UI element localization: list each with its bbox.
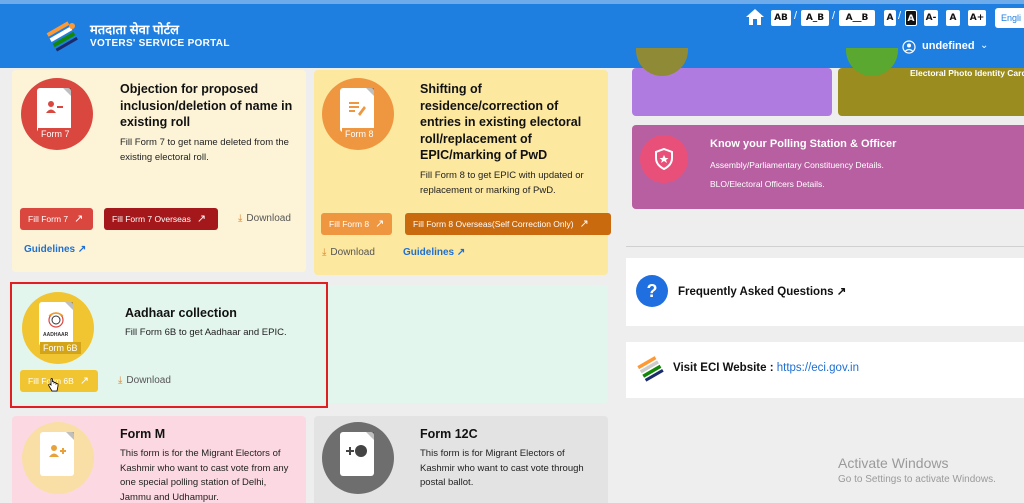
arrow-up-right-icon: ↗ bbox=[836, 286, 847, 298]
arrow-up-right-icon: ↗ bbox=[196, 213, 207, 225]
spacing-normal-button[interactable]: AB bbox=[771, 10, 791, 26]
epic-caption: Electoral Photo Identity Card bbox=[910, 68, 1024, 78]
user-name[interactable]: undefined bbox=[922, 40, 975, 52]
arrow-up-right-icon: ↗ bbox=[579, 218, 589, 230]
form8-description: Fill Form 8 to get EPIC with updated or … bbox=[420, 170, 584, 196]
activate-windows-subtitle: Go to Settings to activate Windows. bbox=[838, 474, 996, 485]
download-icon: ⤓ bbox=[322, 247, 327, 258]
font-increase-button[interactable]: A+ bbox=[968, 10, 986, 26]
separator: / bbox=[794, 10, 798, 22]
formm-description: This form is for the Migrant Electors of… bbox=[120, 448, 289, 503]
brand-title-english: VOTERS' SERVICE PORTAL bbox=[90, 38, 230, 49]
form12c-title: Form 12C bbox=[420, 427, 478, 441]
form7-download-link[interactable]: ⤓ Download bbox=[238, 213, 291, 224]
user-circle-icon bbox=[902, 40, 916, 54]
user-plus-icon bbox=[49, 445, 66, 457]
arrow-up-right-icon: ↗ bbox=[77, 244, 87, 255]
eci-logo-icon bbox=[46, 21, 78, 52]
faq-link[interactable]: Frequently Asked Questions ↗ bbox=[678, 284, 846, 298]
arrow-up-right-icon: ↗ bbox=[375, 218, 385, 230]
formm-title: Form M bbox=[120, 427, 166, 441]
fill-form8-label: Fill Form 8 bbox=[329, 219, 370, 229]
chevron-down-icon[interactable]: ⌄ bbox=[980, 40, 988, 51]
language-select[interactable]: Engli bbox=[995, 8, 1024, 28]
fill-form7-overseas-button[interactable]: Fill Form 7 Overseas ↗ bbox=[104, 208, 218, 230]
fill-form7-overseas-label: Fill Form 7 Overseas bbox=[112, 214, 191, 224]
document-icon bbox=[340, 432, 374, 476]
eci-label: Visit ECI Website : bbox=[673, 362, 777, 374]
document-icon bbox=[37, 88, 71, 132]
arrow-up-right-icon: ↗ bbox=[456, 247, 466, 258]
fill-form7-button[interactable]: Fill Form 7 ↗ bbox=[20, 208, 93, 230]
document-icon bbox=[40, 432, 74, 476]
form8-title: Shifting of residence/correction of entr… bbox=[420, 82, 582, 162]
form12c-description: This form is for Migrant Electors of Kas… bbox=[420, 448, 584, 488]
font-decrease-button[interactable]: A- bbox=[924, 10, 938, 26]
fill-form8-button[interactable]: Fill Form 8 ↗ bbox=[321, 213, 392, 235]
polling-line1: Assembly/Parliamentary Constituency Deta… bbox=[710, 160, 884, 170]
polling-line2: BLO/Electoral Officers Details. bbox=[710, 179, 825, 189]
spacing-wide-button[interactable]: A__B bbox=[839, 10, 875, 26]
guidelines-label: Guidelines bbox=[403, 247, 455, 258]
eci-logo-icon bbox=[637, 356, 664, 382]
eci-website-text: Visit ECI Website : https://eci.gov.in bbox=[673, 362, 859, 374]
form7-tag: Form 7 bbox=[38, 128, 73, 140]
eci-website-link[interactable]: https://eci.gov.in bbox=[777, 362, 859, 374]
edit-document-icon bbox=[349, 102, 366, 116]
home-icon[interactable] bbox=[745, 8, 765, 26]
fill-form8-overseas-label: Fill Form 8 Overseas(Self Correction Onl… bbox=[413, 219, 574, 229]
navbar-top-strip bbox=[0, 0, 1024, 4]
spacing-medium-button[interactable]: A_B bbox=[801, 10, 829, 26]
divider bbox=[626, 246, 1024, 247]
fill-form8-overseas-button[interactable]: Fill Form 8 Overseas(Self Correction Onl… bbox=[405, 213, 611, 235]
contrast-dark-button[interactable]: A bbox=[905, 10, 917, 26]
form8-guidelines-link[interactable]: Guidelines ↗ bbox=[403, 247, 465, 258]
polling-title: Know your Polling Station & Officer bbox=[710, 138, 897, 150]
download-label: Download bbox=[330, 247, 375, 258]
separator: / bbox=[898, 10, 902, 22]
contrast-light-button[interactable]: A bbox=[884, 10, 896, 26]
question-icon: ? bbox=[636, 275, 668, 307]
shield-icon bbox=[655, 148, 673, 170]
hand-pointer-icon bbox=[48, 378, 59, 392]
faq-label: Frequently Asked Questions bbox=[678, 286, 834, 298]
form7-title: Objection for proposed inclusion/deletio… bbox=[120, 82, 293, 129]
guidelines-label: Guidelines bbox=[24, 244, 76, 255]
arrow-up-right-icon: ↗ bbox=[74, 213, 84, 225]
separator: / bbox=[832, 10, 836, 22]
form8-download-link[interactable]: ⤓ Download bbox=[322, 247, 375, 258]
font-normal-button[interactable]: A bbox=[946, 10, 960, 26]
form8-tag: Form 8 bbox=[342, 128, 377, 140]
form7-guidelines-link[interactable]: Guidelines ↗ bbox=[24, 244, 86, 255]
globe-plus-icon bbox=[346, 445, 367, 457]
fill-form7-label: Fill Form 7 bbox=[28, 214, 69, 224]
download-label: Download bbox=[246, 213, 291, 224]
activate-windows-title: Activate Windows bbox=[838, 455, 949, 471]
download-icon: ⤓ bbox=[238, 213, 243, 224]
document-icon bbox=[340, 88, 374, 132]
brand-title-hindi: मतदाता सेवा पोर्टल bbox=[90, 22, 179, 37]
user-minus-icon bbox=[46, 101, 63, 113]
form7-description: Fill Form 7 to get name deleted from the… bbox=[120, 137, 289, 163]
